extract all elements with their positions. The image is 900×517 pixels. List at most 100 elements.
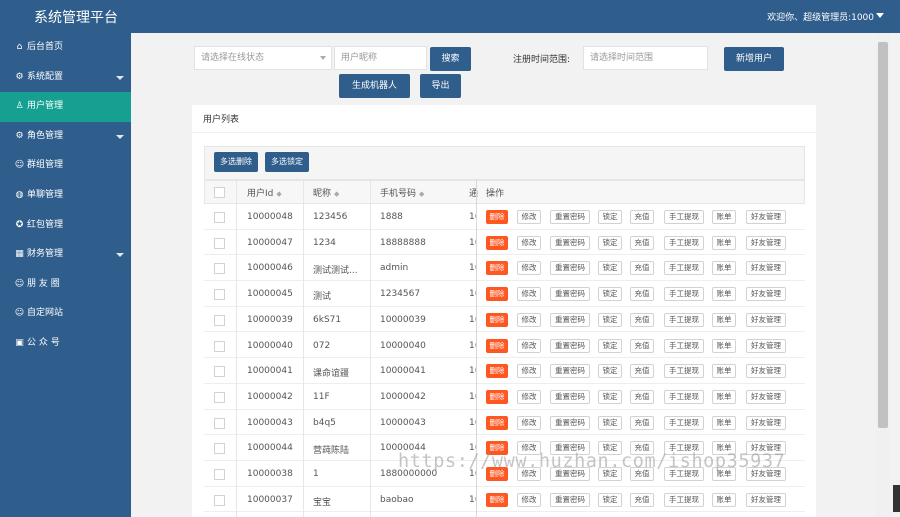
action-button[interactable]: 删除 <box>486 415 508 430</box>
action-button[interactable]: 重置密码 <box>550 261 590 276</box>
chevron-down-icon[interactable] <box>116 134 124 139</box>
action-button[interactable]: 修改 <box>517 287 541 302</box>
action-button[interactable]: 修改 <box>517 261 541 276</box>
action-button[interactable]: 充值 <box>630 389 654 404</box>
row-checkbox[interactable] <box>214 417 225 429</box>
action-button[interactable]: 好友管理 <box>746 210 786 224</box>
action-button[interactable]: 修改 <box>517 492 541 507</box>
col-phone[interactable]: 手机号码 ◆ <box>380 186 424 199</box>
sidebar-item[interactable]: ⚙ 系统配置 <box>0 63 131 93</box>
action-button[interactable]: 手工提现 <box>664 492 704 507</box>
action-button[interactable]: 手工提现 <box>664 364 704 379</box>
action-button[interactable]: 充值 <box>630 364 654 379</box>
sidebar-item[interactable]: ☺ 自定网站 <box>0 299 131 329</box>
sort-icon[interactable]: ◆ <box>334 190 339 198</box>
nickname-input[interactable]: 用户昵称 <box>334 46 427 70</box>
sort-icon[interactable]: ◆ <box>276 190 281 198</box>
action-button[interactable]: 锁定 <box>598 415 622 430</box>
chevron-down-icon[interactable] <box>116 253 124 258</box>
action-button[interactable]: 好友管理 <box>746 389 786 404</box>
action-button[interactable]: 重置密码 <box>550 415 590 430</box>
action-button[interactable]: 修改 <box>517 210 541 224</box>
action-button[interactable]: 手工提现 <box>664 312 704 327</box>
scrollbar-thumb[interactable] <box>878 42 888 428</box>
action-button[interactable]: 删除 <box>486 235 508 250</box>
date-range-input[interactable]: 请选择时间范围 <box>583 46 708 70</box>
action-button[interactable]: 重置密码 <box>550 210 590 224</box>
row-checkbox[interactable] <box>214 340 225 352</box>
action-button[interactable]: 手工提现 <box>664 287 704 302</box>
action-button[interactable]: 账单 <box>712 287 736 302</box>
action-button[interactable]: 删除 <box>486 389 508 404</box>
action-button[interactable]: 手工提现 <box>664 261 704 276</box>
action-button[interactable]: 删除 <box>486 287 508 302</box>
action-button[interactable]: 充值 <box>630 210 654 224</box>
search-button[interactable]: 搜索 <box>430 47 471 71</box>
sidebar-item[interactable]: ▣ 公 众 号 <box>0 329 131 359</box>
action-button[interactable]: 锁定 <box>598 492 622 507</box>
action-button[interactable]: 重置密码 <box>550 492 590 507</box>
action-button[interactable]: 充值 <box>630 415 654 430</box>
action-button[interactable]: 锁定 <box>598 235 622 250</box>
action-button[interactable]: 账单 <box>712 235 736 250</box>
col-nickname[interactable]: 昵称 ◆ <box>313 186 339 199</box>
action-button[interactable]: 好友管理 <box>746 492 786 507</box>
action-button[interactable]: 好友管理 <box>746 312 786 327</box>
action-button[interactable]: 充值 <box>630 312 654 327</box>
row-checkbox[interactable] <box>214 494 225 506</box>
row-checkbox[interactable] <box>214 212 225 223</box>
sort-icon[interactable]: ◆ <box>419 190 424 198</box>
add-user-button[interactable]: 新增用户 <box>724 47 784 71</box>
action-button[interactable]: 删除 <box>486 364 508 379</box>
action-button[interactable]: 账单 <box>712 210 736 224</box>
action-button[interactable]: 手工提现 <box>664 210 704 224</box>
sidebar-item[interactable]: ☺ 群组管理 <box>0 151 131 181</box>
col-user-id[interactable]: 用户Id ◆ <box>247 186 282 199</box>
action-button[interactable]: 重置密码 <box>550 235 590 250</box>
action-button[interactable]: 锁定 <box>598 389 622 404</box>
action-button[interactable]: 好友管理 <box>746 261 786 276</box>
action-button[interactable]: 账单 <box>712 364 736 379</box>
action-button[interactable]: 账单 <box>712 338 736 353</box>
action-button[interactable]: 锁定 <box>598 210 622 224</box>
action-button[interactable]: 重置密码 <box>550 338 590 353</box>
action-button[interactable]: 锁定 <box>598 261 622 276</box>
chevron-down-icon[interactable] <box>876 13 884 18</box>
action-button[interactable]: 账单 <box>712 492 736 507</box>
action-button[interactable]: 手工提现 <box>664 235 704 250</box>
action-button[interactable]: 好友管理 <box>746 415 786 430</box>
select-all-checkbox[interactable] <box>214 187 225 198</box>
batch-lock-button[interactable]: 多选锁定 <box>265 152 309 172</box>
action-button[interactable]: 重置密码 <box>550 389 590 404</box>
action-button[interactable]: 删除 <box>486 261 508 276</box>
row-checkbox[interactable] <box>214 289 225 301</box>
action-button[interactable]: 充值 <box>630 338 654 353</box>
action-button[interactable]: 删除 <box>486 210 508 224</box>
batch-delete-button[interactable]: 多选删除 <box>214 152 258 172</box>
sidebar-item[interactable]: ✪ 红包管理 <box>0 211 131 241</box>
action-button[interactable]: 修改 <box>517 364 541 379</box>
status-select[interactable]: 请选择在线状态 <box>194 46 332 70</box>
action-button[interactable]: 账单 <box>712 312 736 327</box>
row-checkbox[interactable] <box>214 237 225 249</box>
action-button[interactable]: 锁定 <box>598 338 622 353</box>
action-button[interactable]: 修改 <box>517 389 541 404</box>
sidebar-item[interactable]: ▦ 财务管理 <box>0 240 131 270</box>
action-button[interactable]: 重置密码 <box>550 287 590 302</box>
action-button[interactable]: 账单 <box>712 261 736 276</box>
action-button[interactable]: 充值 <box>630 261 654 276</box>
sidebar-item[interactable]: ♙ 用户管理 <box>0 92 131 122</box>
action-button[interactable]: 删除 <box>486 492 508 507</box>
chevron-down-icon[interactable] <box>116 75 124 80</box>
sidebar-item[interactable]: ☺ 朋 友 圈 <box>0 270 131 300</box>
action-button[interactable]: 锁定 <box>598 287 622 302</box>
action-button[interactable]: 修改 <box>517 338 541 353</box>
row-checkbox[interactable] <box>214 366 225 378</box>
action-button[interactable]: 修改 <box>517 312 541 327</box>
action-button[interactable]: 修改 <box>517 235 541 250</box>
sidebar-item[interactable]: ⌂ 后台首页 <box>0 33 131 63</box>
row-checkbox[interactable] <box>214 391 225 403</box>
action-button[interactable]: 账单 <box>712 415 736 430</box>
sidebar-item[interactable]: ⚙ 角色管理 <box>0 122 131 152</box>
row-checkbox[interactable] <box>214 443 225 455</box>
